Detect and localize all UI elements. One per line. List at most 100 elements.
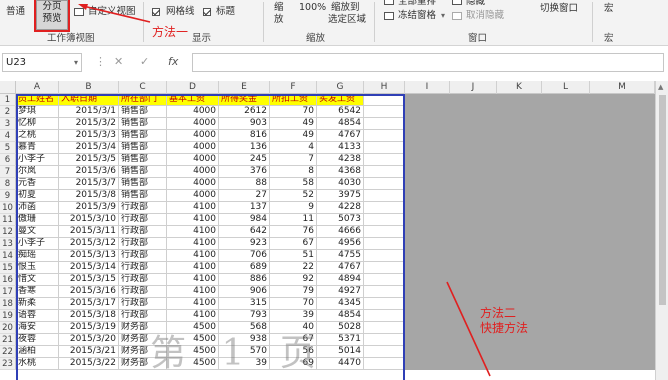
table-cell[interactable]: 沛菡 bbox=[16, 202, 59, 214]
outside-print-area[interactable] bbox=[405, 130, 450, 142]
outside-print-area[interactable] bbox=[590, 94, 655, 106]
table-cell[interactable]: 4854 bbox=[317, 310, 364, 322]
table-cell[interactable]: 语蓉 bbox=[16, 310, 59, 322]
table-cell[interactable]: 7 bbox=[270, 154, 317, 166]
table-cell[interactable]: 海安 bbox=[16, 322, 59, 334]
empty-cell[interactable] bbox=[364, 142, 405, 154]
outside-print-area[interactable] bbox=[542, 358, 590, 370]
table-cell[interactable]: 4000 bbox=[167, 178, 219, 190]
table-cell[interactable]: 之桃 bbox=[16, 130, 59, 142]
table-cell[interactable]: 恨玉 bbox=[16, 262, 59, 274]
row-header[interactable]: 22 bbox=[0, 346, 16, 358]
outside-print-area[interactable] bbox=[542, 94, 590, 106]
table-cell[interactable]: 4133 bbox=[317, 142, 364, 154]
table-cell[interactable]: 销售部 bbox=[119, 130, 167, 142]
table-cell[interactable]: 27 bbox=[219, 190, 270, 202]
empty-cell[interactable] bbox=[364, 190, 405, 202]
outside-print-area[interactable] bbox=[590, 346, 655, 358]
table-cell[interactable]: 4100 bbox=[167, 238, 219, 250]
table-cell[interactable]: 行政部 bbox=[119, 238, 167, 250]
column-header-c[interactable]: C bbox=[119, 81, 167, 94]
table-cell[interactable]: 923 bbox=[219, 238, 270, 250]
table-cell[interactable]: 76 bbox=[270, 226, 317, 238]
table-cell[interactable]: 涵柏 bbox=[16, 346, 59, 358]
table-cell[interactable]: 2015/3/6 bbox=[59, 166, 119, 178]
outside-print-area[interactable] bbox=[405, 226, 450, 238]
table-cell[interactable]: 6542 bbox=[317, 106, 364, 118]
outside-print-area[interactable] bbox=[405, 154, 450, 166]
outside-print-area[interactable] bbox=[450, 154, 497, 166]
outside-print-area[interactable] bbox=[405, 190, 450, 202]
table-cell[interactable]: 4956 bbox=[317, 238, 364, 250]
header-cell[interactable]: 入职日期 bbox=[59, 94, 119, 106]
hide-button[interactable]: 隐藏 bbox=[466, 0, 485, 8]
outside-print-area[interactable] bbox=[542, 334, 590, 346]
column-header-h[interactable]: H bbox=[364, 81, 405, 94]
vertical-scrollbar[interactable]: ▲ bbox=[655, 81, 668, 380]
table-cell[interactable]: 忆柳 bbox=[16, 118, 59, 130]
outside-print-area[interactable] bbox=[405, 202, 450, 214]
table-cell[interactable]: 行政部 bbox=[119, 226, 167, 238]
table-cell[interactable]: 销售部 bbox=[119, 118, 167, 130]
outside-print-area[interactable] bbox=[590, 322, 655, 334]
table-cell[interactable]: 4000 bbox=[167, 190, 219, 202]
outside-print-area[interactable] bbox=[542, 262, 590, 274]
table-cell[interactable]: 4927 bbox=[317, 286, 364, 298]
empty-cell[interactable] bbox=[364, 202, 405, 214]
table-cell[interactable]: 4100 bbox=[167, 202, 219, 214]
outside-print-area[interactable] bbox=[590, 142, 655, 154]
outside-print-area[interactable] bbox=[542, 154, 590, 166]
header-cell[interactable]: 实发工资 bbox=[317, 94, 364, 106]
row-header[interactable]: 18 bbox=[0, 298, 16, 310]
table-cell[interactable]: 曼文 bbox=[16, 226, 59, 238]
outside-print-area[interactable] bbox=[542, 346, 590, 358]
empty-cell[interactable] bbox=[364, 130, 405, 142]
table-cell[interactable]: 4666 bbox=[317, 226, 364, 238]
table-cell[interactable]: 财务部 bbox=[119, 346, 167, 358]
outside-print-area[interactable] bbox=[590, 274, 655, 286]
outside-print-area[interactable] bbox=[497, 142, 542, 154]
table-cell[interactable]: 惜文 bbox=[16, 274, 59, 286]
outside-print-area[interactable] bbox=[450, 286, 497, 298]
outside-print-area[interactable] bbox=[497, 166, 542, 178]
table-cell[interactable]: 67 bbox=[270, 238, 317, 250]
column-header-i[interactable]: I bbox=[405, 81, 450, 94]
table-cell[interactable]: 4100 bbox=[167, 310, 219, 322]
empty-cell[interactable] bbox=[364, 154, 405, 166]
table-cell[interactable]: 2015/3/17 bbox=[59, 298, 119, 310]
row-header[interactable]: 11 bbox=[0, 214, 16, 226]
outside-print-area[interactable] bbox=[542, 166, 590, 178]
select-all-corner[interactable] bbox=[0, 81, 16, 94]
table-cell[interactable]: 568 bbox=[219, 322, 270, 334]
outside-print-area[interactable] bbox=[542, 130, 590, 142]
outside-print-area[interactable] bbox=[450, 130, 497, 142]
table-cell[interactable]: 2015/3/21 bbox=[59, 346, 119, 358]
column-header-a[interactable]: A bbox=[16, 81, 59, 94]
table-cell[interactable]: 40 bbox=[270, 322, 317, 334]
table-cell[interactable]: 2015/3/12 bbox=[59, 238, 119, 250]
table-cell[interactable]: 4100 bbox=[167, 274, 219, 286]
outside-print-area[interactable] bbox=[450, 190, 497, 202]
empty-cell[interactable] bbox=[364, 322, 405, 334]
table-cell[interactable]: 2015/3/19 bbox=[59, 322, 119, 334]
row-header[interactable]: 21 bbox=[0, 334, 16, 346]
outside-print-area[interactable] bbox=[590, 214, 655, 226]
outside-print-area[interactable] bbox=[405, 106, 450, 118]
outside-print-area[interactable] bbox=[542, 238, 590, 250]
row-header[interactable]: 9 bbox=[0, 190, 16, 202]
column-header-l[interactable]: L bbox=[542, 81, 590, 94]
row-header[interactable]: 14 bbox=[0, 250, 16, 262]
row-header[interactable]: 4 bbox=[0, 130, 16, 142]
outside-print-area[interactable] bbox=[405, 274, 450, 286]
outside-print-area[interactable] bbox=[590, 190, 655, 202]
outside-print-area[interactable] bbox=[497, 250, 542, 262]
outside-print-area[interactable] bbox=[590, 226, 655, 238]
table-cell[interactable]: 4000 bbox=[167, 154, 219, 166]
table-cell[interactable]: 67 bbox=[270, 334, 317, 346]
table-cell[interactable]: 4 bbox=[270, 142, 317, 154]
switch-windows-button[interactable]: 切换窗口 bbox=[540, 3, 578, 15]
empty-cell[interactable] bbox=[364, 166, 405, 178]
table-cell[interactable]: 销售部 bbox=[119, 190, 167, 202]
table-cell[interactable]: 行政部 bbox=[119, 310, 167, 322]
table-cell[interactable]: 财务部 bbox=[119, 322, 167, 334]
